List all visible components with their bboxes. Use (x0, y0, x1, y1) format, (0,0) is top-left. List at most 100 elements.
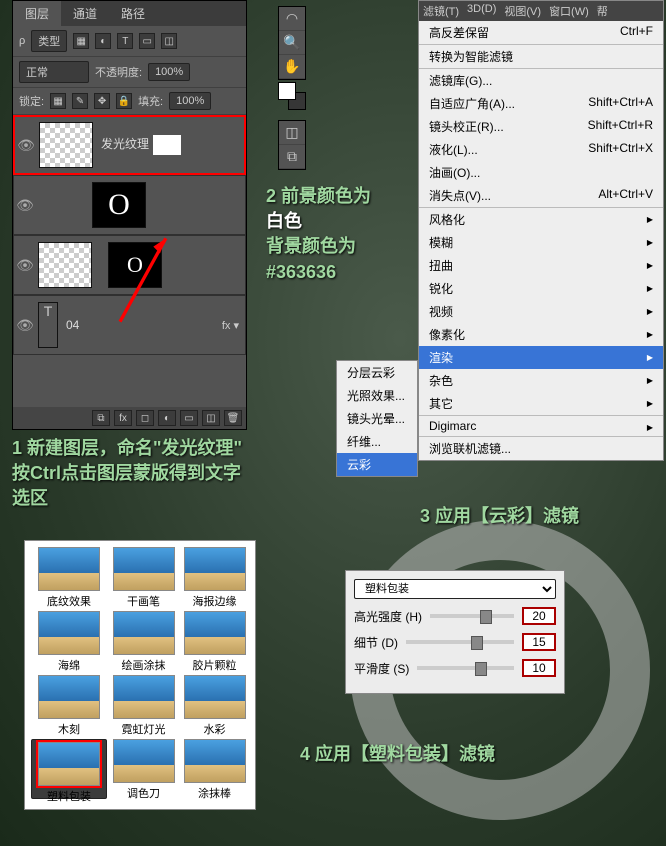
trash-icon[interactable]: 🗑 (224, 410, 242, 426)
gallery-item[interactable]: 干画笔 (109, 547, 178, 607)
visibility-icon[interactable]: 👁 (14, 317, 36, 334)
visibility-icon[interactable]: 👁 (15, 137, 37, 154)
filter-smart-icon[interactable]: ◫ (161, 33, 177, 49)
foreground-color-swatch[interactable] (278, 82, 296, 100)
zoom-tool-icon[interactable]: 🔍 (279, 31, 305, 55)
menu-item[interactable]: 模糊 (419, 231, 663, 254)
menu-item[interactable]: 转换为智能滤镜 (419, 44, 663, 68)
slider-value[interactable]: 15 (522, 633, 556, 651)
menu-item[interactable]: 像素化 (419, 323, 663, 346)
fx-label[interactable]: fx ▾ (222, 319, 239, 332)
annotation-3: 3 应用【云彩】滤镜 (420, 504, 579, 529)
lock-transparent-icon[interactable]: ▦ (50, 93, 66, 109)
render-submenu: 分层云彩光照效果...镜头光晕...纤维...云彩 (336, 360, 418, 477)
gallery-item[interactable]: 海报边缘 (180, 547, 249, 607)
slider-value[interactable]: 10 (522, 659, 556, 677)
lock-move-icon[interactable]: ✥ (94, 93, 110, 109)
tab-layers[interactable]: 图层 (13, 1, 61, 26)
fill-value[interactable]: 100% (169, 92, 211, 110)
layer-thumb[interactable]: O (92, 182, 146, 228)
lock-all-icon[interactable]: 🔒 (116, 93, 132, 109)
menu-item[interactable]: 镜头校正(R)...Shift+Ctrl+R (419, 115, 663, 138)
gallery-item[interactable]: 木刻 (31, 675, 107, 735)
filter-pixel-icon[interactable]: ▦ (73, 33, 89, 49)
gallery-item[interactable]: 海绵 (31, 611, 107, 671)
menu-item[interactable]: 液化(L)...Shift+Ctrl+X (419, 138, 663, 161)
new-layer-icon[interactable]: ◫ (202, 410, 220, 426)
menu-item[interactable]: 扭曲 (419, 254, 663, 277)
layer-thumb[interactable] (39, 122, 93, 168)
menu-item[interactable]: 滤镜库(G)... (419, 68, 663, 92)
visibility-icon[interactable]: 👁 (14, 257, 36, 274)
lock-paint-icon[interactable]: ✎ (72, 93, 88, 109)
slider-label: 细节 (D) (354, 634, 398, 651)
submenu-item[interactable]: 云彩 (337, 453, 417, 476)
tab-paths[interactable]: 路径 (109, 1, 157, 26)
opacity-value[interactable]: 100% (148, 63, 190, 81)
menu-item[interactable]: 高反差保留Ctrl+F (419, 21, 663, 44)
opacity-label: 不透明度: (95, 64, 142, 80)
adjustment-icon[interactable]: ◐ (158, 410, 176, 426)
menu-item[interactable]: 杂色 (419, 369, 663, 392)
menu-item[interactable]: 浏览联机滤镜... (419, 436, 663, 460)
submenu-item[interactable]: 纤维... (337, 430, 417, 453)
layer-row-glow-texture[interactable]: 👁 发光纹理 (13, 115, 246, 175)
filter-adjust-icon[interactable]: ◐ (95, 33, 111, 49)
menubar: 滤镜(T) 3D(D) 视图(V) 窗口(W) 帮 (419, 1, 663, 21)
menu-item[interactable]: 锐化 (419, 277, 663, 300)
link-icon[interactable]: ⧉ (92, 410, 110, 426)
slider-label: 高光强度 (H) (354, 608, 422, 625)
menu-window[interactable]: 窗口(W) (545, 1, 593, 21)
layer-thumb[interactable] (38, 242, 92, 288)
menu-item[interactable]: 渲染 (419, 346, 663, 369)
menu-item[interactable]: Digimarc (419, 415, 663, 436)
blend-mode-select[interactable]: 正常 (19, 61, 89, 83)
lasso-tool-icon[interactable]: ◠ (279, 7, 305, 31)
submenu-item[interactable]: 分层云彩 (337, 361, 417, 384)
menu-filter[interactable]: 滤镜(T) (419, 1, 463, 21)
quickmask-icon[interactable]: ◫ (279, 121, 305, 145)
menu-item[interactable]: 消失点(V)...Alt+Ctrl+V (419, 184, 663, 207)
gallery-item[interactable]: 霓虹灯光 (109, 675, 178, 735)
gallery-item[interactable]: 调色刀 (109, 739, 178, 799)
gallery-item[interactable]: 底纹效果 (31, 547, 107, 607)
filter-shape-icon[interactable]: ▭ (139, 33, 155, 49)
tool-strip-2: ◫ ⧉ (278, 120, 306, 170)
menu-3d[interactable]: 3D(D) (463, 1, 500, 21)
layer-row-O-large[interactable]: 👁 O (13, 175, 246, 235)
submenu-item[interactable]: 镜头光晕... (337, 407, 417, 430)
type-label: ρ (19, 35, 25, 47)
annotation-1: 1 新建图层，命名"发光纹理" 按Ctrl点击图层蒙版得到文字选区 (12, 436, 252, 512)
gallery-item[interactable]: 绘画涂抹 (109, 611, 178, 671)
menu-view[interactable]: 视图(V) (500, 1, 545, 21)
filter-select[interactable]: 塑料包装 (354, 579, 556, 599)
group-icon[interactable]: ▭ (180, 410, 198, 426)
slider-value[interactable]: 20 (522, 607, 556, 625)
tab-channels[interactable]: 通道 (61, 1, 109, 26)
menu-item[interactable]: 风格化 (419, 207, 663, 231)
gallery-item[interactable]: 水彩 (180, 675, 249, 735)
type-select[interactable]: 类型 (31, 30, 67, 52)
color-swatch[interactable] (278, 82, 308, 112)
mask-icon[interactable]: ◻ (136, 410, 154, 426)
mask-thumb[interactable] (153, 135, 181, 155)
screenmode-icon[interactable]: ⧉ (279, 145, 305, 169)
menu-item[interactable]: 其它 (419, 392, 663, 415)
gallery-item[interactable]: 塑料包装 (31, 739, 107, 799)
panel-footer: ⧉ fx ◻ ◐ ▭ ◫ 🗑 (13, 407, 246, 429)
menu-item[interactable]: 油画(O)... (419, 161, 663, 184)
menu-item[interactable]: 视频 (419, 300, 663, 323)
slider[interactable] (430, 614, 514, 618)
filter-text-icon[interactable]: T (117, 33, 133, 49)
annotation-4: 4 应用【塑料包装】滤镜 (300, 742, 495, 767)
visibility-icon[interactable]: 👁 (14, 197, 36, 214)
hand-tool-icon[interactable]: ✋ (279, 55, 305, 79)
slider[interactable] (417, 666, 514, 670)
slider[interactable] (406, 640, 514, 644)
gallery-item[interactable]: 涂抹棒 (180, 739, 249, 799)
gallery-item[interactable]: 胶片颗粒 (180, 611, 249, 671)
submenu-item[interactable]: 光照效果... (337, 384, 417, 407)
fx-icon[interactable]: fx (114, 410, 132, 426)
menu-help[interactable]: 帮 (593, 1, 612, 21)
menu-item[interactable]: 自适应广角(A)...Shift+Ctrl+A (419, 92, 663, 115)
